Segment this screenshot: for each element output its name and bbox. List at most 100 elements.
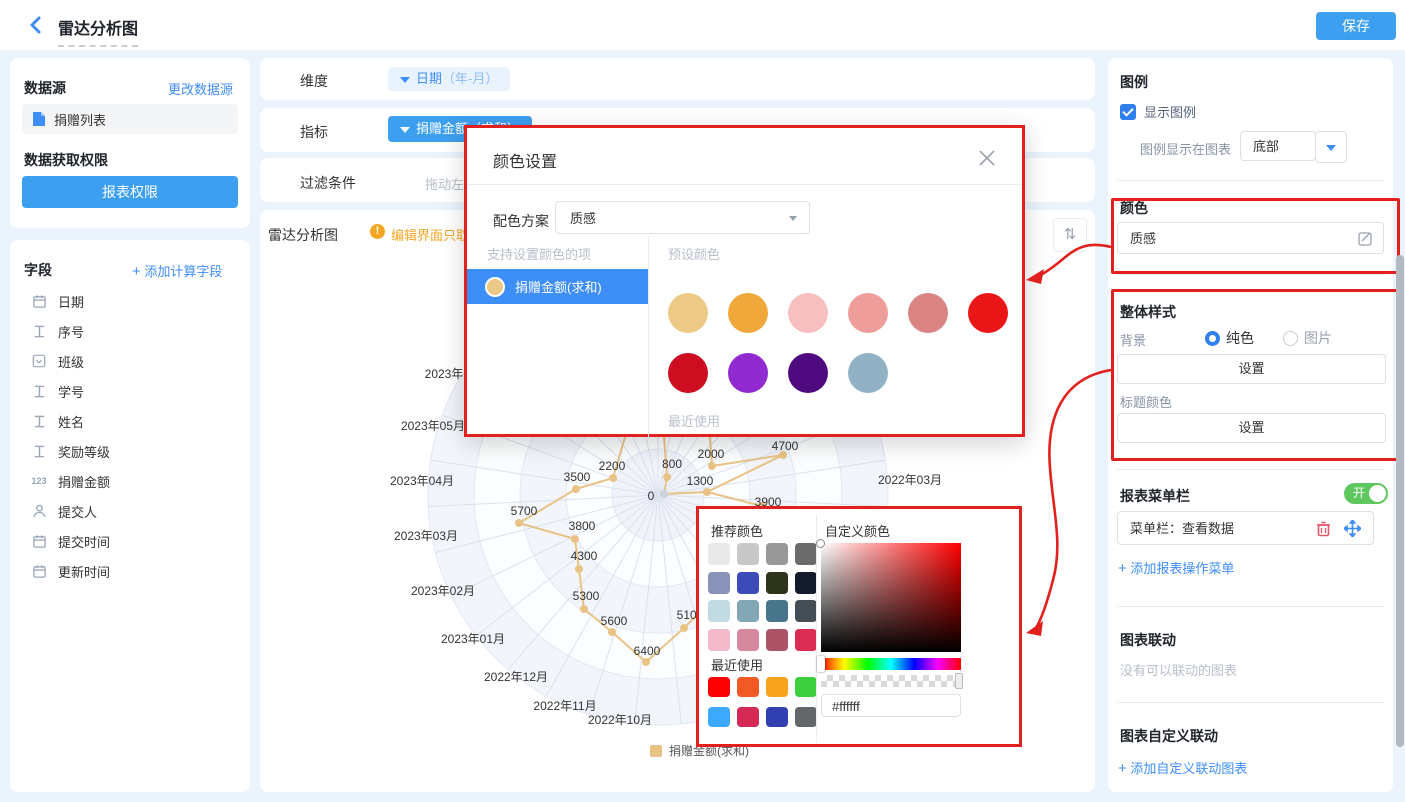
recommended-color-swatch[interactable] (795, 572, 817, 594)
text-icon (30, 385, 48, 398)
recommended-color-swatch[interactable] (766, 543, 788, 565)
preset-color-swatch[interactable] (848, 293, 888, 333)
change-datasource-link[interactable]: 更改数据源 (168, 79, 233, 98)
dialog-items-header: 支持设置颜色的项 (487, 244, 591, 263)
recommended-color-swatch[interactable] (708, 600, 730, 622)
field-item-班级[interactable]: 班级 (30, 350, 230, 372)
preset-color-swatch[interactable] (848, 353, 888, 393)
report-perm-button[interactable]: 报表权限 (22, 176, 238, 208)
recommended-color-swatch[interactable] (795, 600, 817, 622)
add-report-menu-link[interactable]: + 添加报表操作菜单 (1118, 558, 1234, 577)
move-icon[interactable] (1344, 520, 1361, 537)
field-item-label: 日期 (58, 292, 84, 311)
recommended-color-swatch[interactable] (766, 572, 788, 594)
recommended-color-swatch[interactable] (737, 572, 759, 594)
title-color-set-button[interactable]: 设置 (1117, 413, 1386, 443)
field-item-序号[interactable]: 序号 (30, 320, 230, 342)
dimension-pill[interactable]: 日期（年-月） (388, 67, 510, 91)
recommended-color-swatch[interactable] (795, 629, 817, 651)
gradient-cursor[interactable] (816, 539, 825, 548)
recent-color-swatch[interactable] (737, 677, 759, 697)
document-icon (32, 111, 46, 127)
linkage-section-title: 图表联动 (1120, 630, 1176, 650)
recommended-color-swatch[interactable] (795, 543, 817, 565)
field-item-label: 提交时间 (58, 532, 110, 551)
recent-color-swatch[interactable] (795, 677, 817, 697)
legend-pos-select-caret[interactable] (1315, 131, 1347, 163)
legend-pos-label: 图例显示在图表 (1140, 139, 1231, 158)
recent-color-swatch[interactable] (766, 677, 788, 697)
menu-section-title: 报表菜单栏 (1120, 486, 1190, 506)
recent-color-swatch[interactable] (708, 677, 730, 697)
recommended-color-swatch[interactable] (708, 572, 730, 594)
plus-icon: + (1118, 560, 1127, 577)
field-item-学号[interactable]: 学号 (30, 380, 230, 402)
datasource-item[interactable]: 捐赠列表 (22, 104, 238, 134)
menu-item[interactable]: 菜单栏：查看数据 (1117, 511, 1374, 545)
sort-order-button[interactable]: ⇅ (1053, 218, 1087, 252)
field-item-捐赠金额[interactable]: 123捐赠金额 (30, 470, 230, 492)
preset-color-swatch[interactable] (968, 293, 1008, 333)
custom-linkage-section-title: 图表自定义联动 (1120, 726, 1218, 746)
recommended-color-swatch[interactable] (766, 600, 788, 622)
title-color-label: 标题颜色 (1120, 392, 1172, 411)
hue-handle[interactable] (817, 656, 825, 672)
recommended-color-swatch[interactable] (766, 629, 788, 651)
recommended-color-swatch[interactable] (737, 543, 759, 565)
color-scheme-input[interactable]: 质感 (1117, 222, 1384, 254)
preset-color-swatch[interactable] (908, 293, 948, 333)
preset-color-swatch[interactable] (668, 293, 708, 333)
preset-color-swatch[interactable] (728, 353, 768, 393)
preset-color-swatch[interactable] (668, 353, 708, 393)
edit-icon[interactable] (1358, 231, 1373, 246)
settings-panel: 图例 显示图例 图例显示在图表 底部 颜色 质感 整体样式 背景 纯色 图片 设… (1108, 58, 1393, 792)
recent-color-swatch[interactable] (795, 707, 817, 727)
scheme-select[interactable]: 质感 (555, 201, 810, 234)
close-icon[interactable] (979, 150, 995, 166)
preset-color-swatch[interactable] (728, 293, 768, 333)
back-icon[interactable] (26, 15, 46, 35)
dimension-card: 维度 日期（年-月） (260, 58, 1095, 100)
add-custom-linkage-link[interactable]: + 添加自定义联动图表 (1118, 758, 1247, 777)
datasource-card: 数据源 更改数据源 捐赠列表 数据获取权限 报表权限 (10, 58, 250, 228)
menu-toggle[interactable]: 开 (1344, 483, 1388, 504)
hex-input[interactable]: #ffffff (821, 694, 961, 717)
scrollbar-thumb[interactable] (1396, 255, 1404, 747)
alpha-handle[interactable] (955, 673, 963, 689)
bg-set-button[interactable]: 设置 (1117, 354, 1386, 384)
series-color-dot (485, 277, 505, 297)
dialog-series-item[interactable]: 捐赠金额(求和) (467, 269, 648, 304)
field-item-日期[interactable]: 日期 (30, 290, 230, 312)
recommended-color-swatch[interactable] (708, 629, 730, 651)
preset-color-swatch[interactable] (788, 293, 828, 333)
scheme-label: 配色方案 (493, 211, 549, 231)
field-item-奖励等级[interactable]: 奖励等级 (30, 440, 230, 462)
field-item-提交时间[interactable]: 提交时间 (30, 530, 230, 552)
text-icon (30, 415, 48, 428)
dialog-recent-header: 最近使用 (668, 411, 720, 430)
alpha-slider[interactable] (821, 675, 961, 687)
field-item-提交人[interactable]: 提交人 (30, 500, 230, 522)
bg-solid-radio[interactable] (1205, 331, 1220, 346)
recent-color-swatch[interactable] (708, 707, 730, 727)
color-picker-panel: 推荐颜色 最近使用 自定义颜色 #ffffff (696, 506, 1022, 747)
save-button[interactable]: 保存 (1316, 12, 1396, 40)
preset-color-swatch[interactable] (788, 353, 828, 393)
trash-icon[interactable] (1316, 521, 1331, 537)
show-legend-checkbox[interactable] (1120, 104, 1136, 120)
legend-pos-select[interactable]: 底部 (1240, 131, 1316, 161)
recommended-color-swatch[interactable] (737, 629, 759, 651)
text-icon (30, 325, 48, 338)
picker-recent-header: 最近使用 (711, 655, 763, 674)
recent-color-swatch[interactable] (737, 707, 759, 727)
field-item-姓名[interactable]: 姓名 (30, 410, 230, 432)
saturation-gradient[interactable] (821, 543, 961, 652)
recommended-color-swatch[interactable] (708, 543, 730, 565)
hue-slider[interactable] (821, 658, 961, 670)
calendar-icon (30, 294, 48, 309)
recent-color-swatch[interactable] (766, 707, 788, 727)
menu-item-label: 菜单栏：查看数据 (1130, 521, 1234, 536)
field-item-更新时间[interactable]: 更新时间 (30, 560, 230, 582)
recommended-color-swatch[interactable] (737, 600, 759, 622)
bg-image-radio[interactable] (1283, 331, 1298, 346)
